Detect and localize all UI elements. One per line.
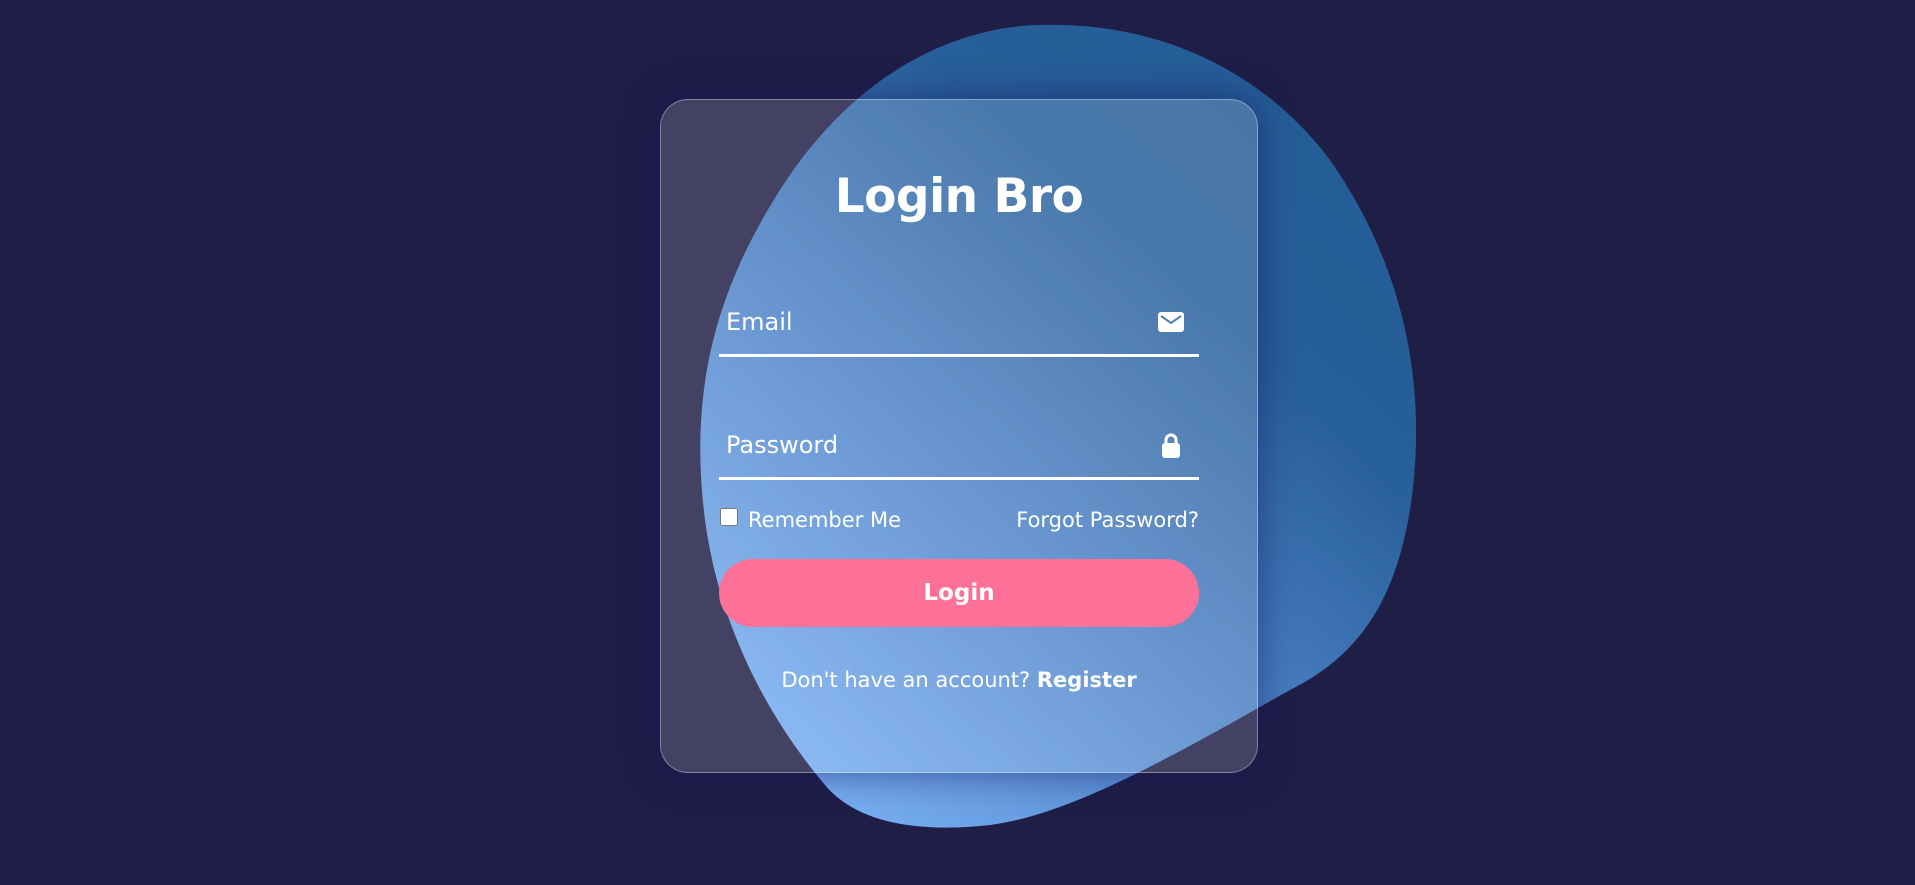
remember-me-checkbox[interactable] [720, 508, 738, 526]
lock-icon [1157, 431, 1185, 459]
forgot-password-link[interactable]: Forgot Password? [1016, 504, 1199, 536]
login-options: Remember Me Forgot Password? [719, 504, 1199, 536]
remember-me[interactable]: Remember Me [719, 504, 901, 536]
mail-icon [1157, 308, 1185, 336]
email-input[interactable] [719, 290, 1119, 354]
password-field[interactable] [719, 413, 1199, 480]
register-prompt-text: Don't have an account? [781, 668, 1037, 692]
remember-me-label: Remember Me [748, 508, 901, 532]
register-link[interactable]: Register [1037, 668, 1137, 692]
page-title: Login Bro [834, 169, 1084, 224]
login-button[interactable]: Login [719, 559, 1199, 627]
register-prompt: Don't have an account? Register [660, 665, 1258, 695]
password-input[interactable] [719, 413, 1119, 477]
email-field[interactable] [719, 290, 1199, 357]
